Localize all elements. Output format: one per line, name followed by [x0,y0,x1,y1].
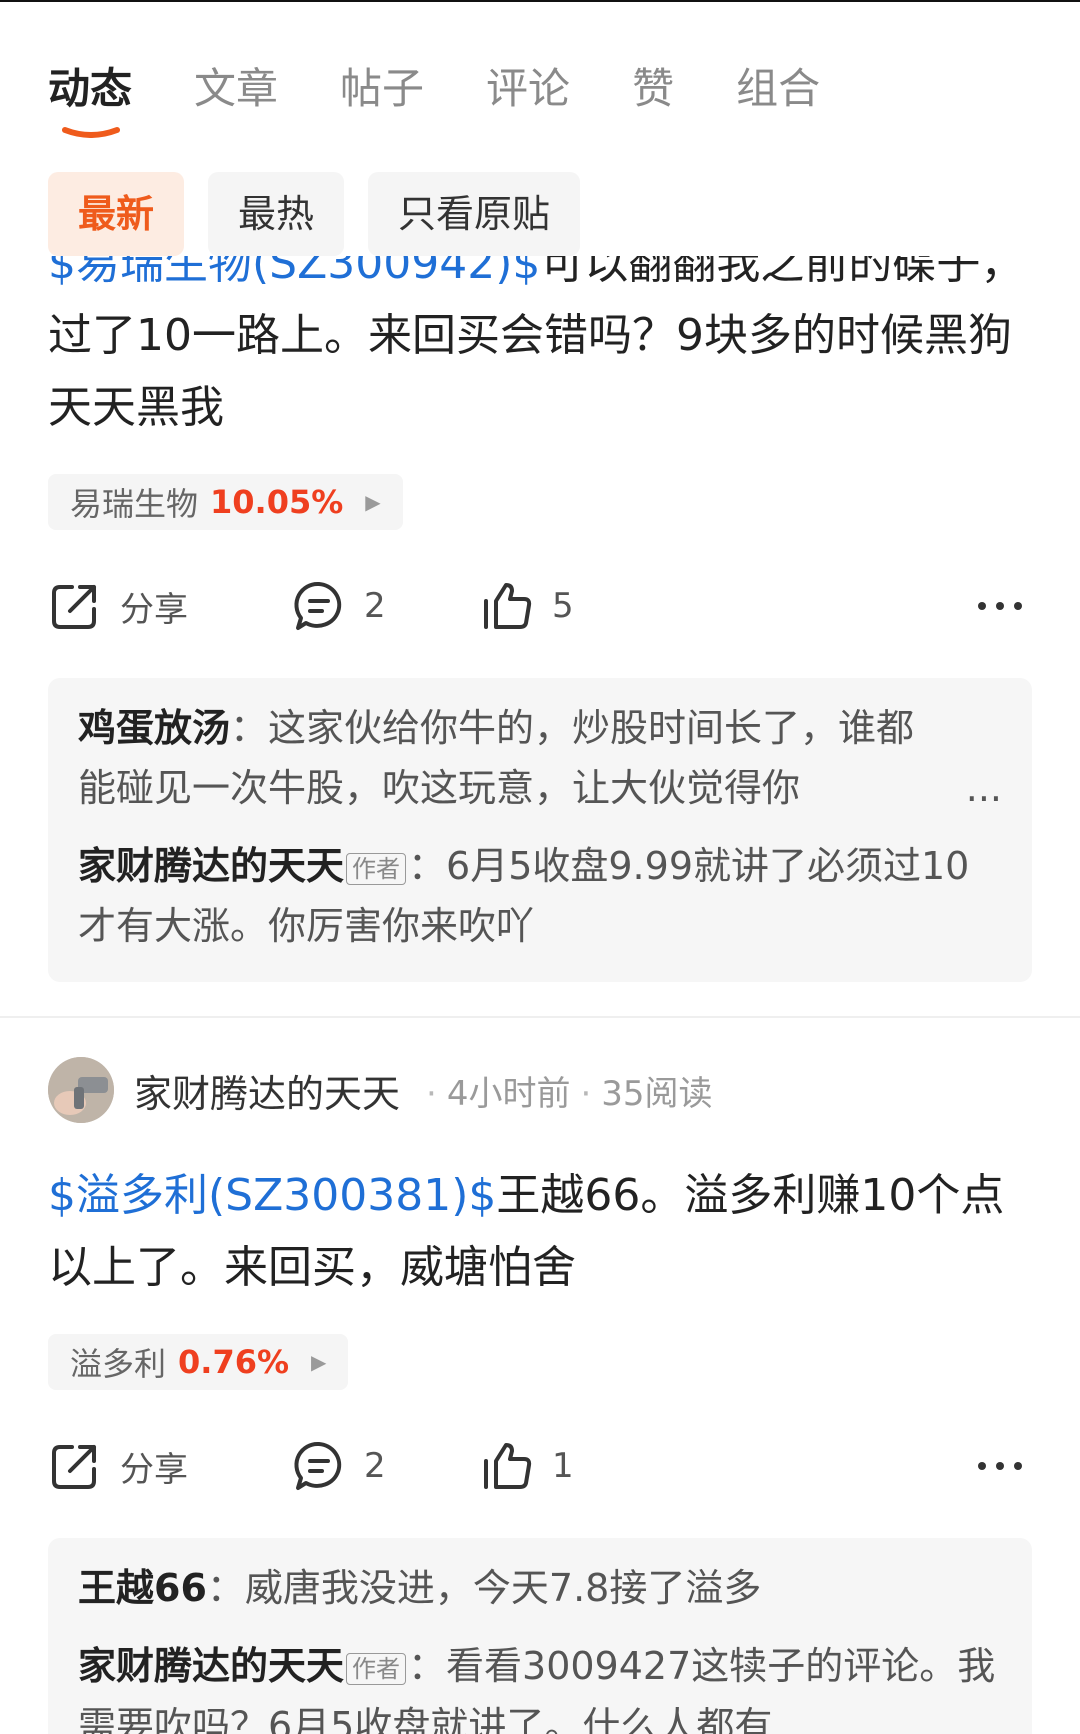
comment-icon [292,1439,346,1493]
share-icon [48,579,102,633]
tab-dynamics[interactable]: 动态 [48,60,132,138]
post-time: 4小时前 [446,1073,571,1114]
tab-likes[interactable]: 赞 [632,60,674,118]
caret-right-icon: ▶ [365,490,381,514]
filter-latest-chip[interactable]: 最新 [48,172,185,256]
comment: 家财腾达的天天 作者 ：6月5收盘9.99就讲了必须过10才有大涨。你厉害你来吹吖 [78,844,970,948]
tab-articles[interactable]: 文章 [194,60,278,118]
stock-name: 溢多利 [70,1345,167,1383]
tab-comments[interactable]: 评论 [486,60,570,118]
caret-right-icon: ▶ [311,1350,327,1374]
post-header: 家财腾达的天天 · 4小时前 · 35阅读 [48,1054,1032,1126]
comment-text: 威唐我没进，今天7.8接了溢多 [244,1566,762,1610]
share-label: 分享 [120,589,188,630]
post-actions: 分享 2 1 [48,1428,1032,1504]
more-icon[interactable] [976,1442,1024,1499]
comment-user[interactable]: 家财腾达的天天 [78,1644,344,1688]
stock-tag[interactable]: 易瑞生物 10.05% ▶ [48,474,403,530]
comment-user[interactable]: 家财腾达的天天 [78,844,344,888]
status-top-border [0,0,1080,2]
comment-count: 2 [364,1446,386,1486]
tab-posts[interactable]: 帖子 [340,60,424,118]
author-badge: 作者 [346,852,407,885]
share-button[interactable]: 分享 [48,1428,188,1504]
post-reads: 35阅读 [601,1073,713,1114]
post-meta: · 4小时前 · 35阅读 [426,1073,713,1114]
post-divider [0,1016,1080,1018]
more-text-ellipsis: ... [965,766,1002,810]
post-text: $溢多利(SZ300381)$王越66。溢多利赚10个点以上了。来回买，威塘怕舍 [48,1170,1005,1293]
like-count: 5 [552,586,574,626]
comment: 家财腾达的天天 作者 ：看看3009427这犊子的评论。我需要吹吗？6月5收盘就讲了… [78,1636,1002,1734]
more-icon[interactable] [976,582,1024,639]
comment-icon [292,579,346,633]
tab-bar: 动态 文章 帖子 评论 赞 组合 [48,60,882,138]
like-count: 1 [552,1446,574,1486]
post[interactable]: 家财腾达的天天 · 4小时前 · 35阅读 $溢多利(SZ300381)$王越66。溢… [0,1054,1080,1734]
filter-original-only-chip[interactable]: 只看原贴 [368,172,581,256]
comment: 王越66：威唐我没进，今天7.8接了溢多 [78,1566,762,1610]
like-button[interactable]: 1 [480,1428,574,1504]
avatar[interactable] [48,1057,114,1123]
comment-preview-box[interactable]: 王越66：威唐我没进，今天7.8接了溢多 家财腾达的天天 作者 ：看看3009427… [48,1538,1032,1734]
tab-portfolios[interactable]: 组合 [736,60,820,118]
stock-change: 0.76% [178,1343,290,1381]
comment-button[interactable]: 2 [292,1428,386,1504]
filter-hottest-chip[interactable]: 最热 [208,172,345,256]
filter-chips: 最新 最热 只看原贴 [48,172,604,256]
stock-name: 易瑞生物 [70,485,199,523]
post-actions: 分享 2 5 [48,568,1032,644]
author-badge: 作者 [346,1652,407,1685]
comment-count: 2 [364,586,386,626]
comment: 鸡蛋放汤：这家伙给你牛的，炒股时间长了，谁都能碰见一次牛股，吹这玩意，让大伙觉得… [78,698,1002,818]
thumbs-up-icon [480,579,534,633]
post[interactable]: $易瑞生物(SZ300942)$可以翻翻我之前的碟子，过了10一路上。来回买会错… [0,256,1080,1018]
share-icon [48,1439,102,1493]
stock-change: 10.05% [210,483,344,521]
stock-link[interactable]: $溢多利(SZ300381)$ [48,1170,496,1221]
stock-link[interactable]: $易瑞生物(SZ300942)$ [48,256,540,289]
stock-tag[interactable]: 溢多利 0.76% ▶ [48,1334,349,1390]
thumbs-up-icon [480,1439,534,1493]
tab-underline-swoosh [62,126,120,138]
post-author[interactable]: 家财腾达的天天 [134,1063,400,1118]
like-button[interactable]: 5 [480,568,574,644]
comment-preview-box[interactable]: 鸡蛋放汤：这家伙给你牛的，炒股时间长了，谁都能碰见一次牛股，吹这玩意，让大伙觉得… [48,678,1032,982]
comment-button[interactable]: 2 [292,568,386,644]
share-label: 分享 [120,1449,188,1490]
comment-user[interactable]: 王越66 [78,1566,207,1610]
post-text: $易瑞生物(SZ300942)$可以翻翻我之前的碟子，过了10一路上。来回买会错… [48,256,1032,444]
comment-user[interactable]: 鸡蛋放汤 [78,706,230,750]
feed: $易瑞生物(SZ300942)$可以翻翻我之前的碟子，过了10一路上。来回买会错… [0,256,1080,1734]
share-button[interactable]: 分享 [48,568,188,644]
